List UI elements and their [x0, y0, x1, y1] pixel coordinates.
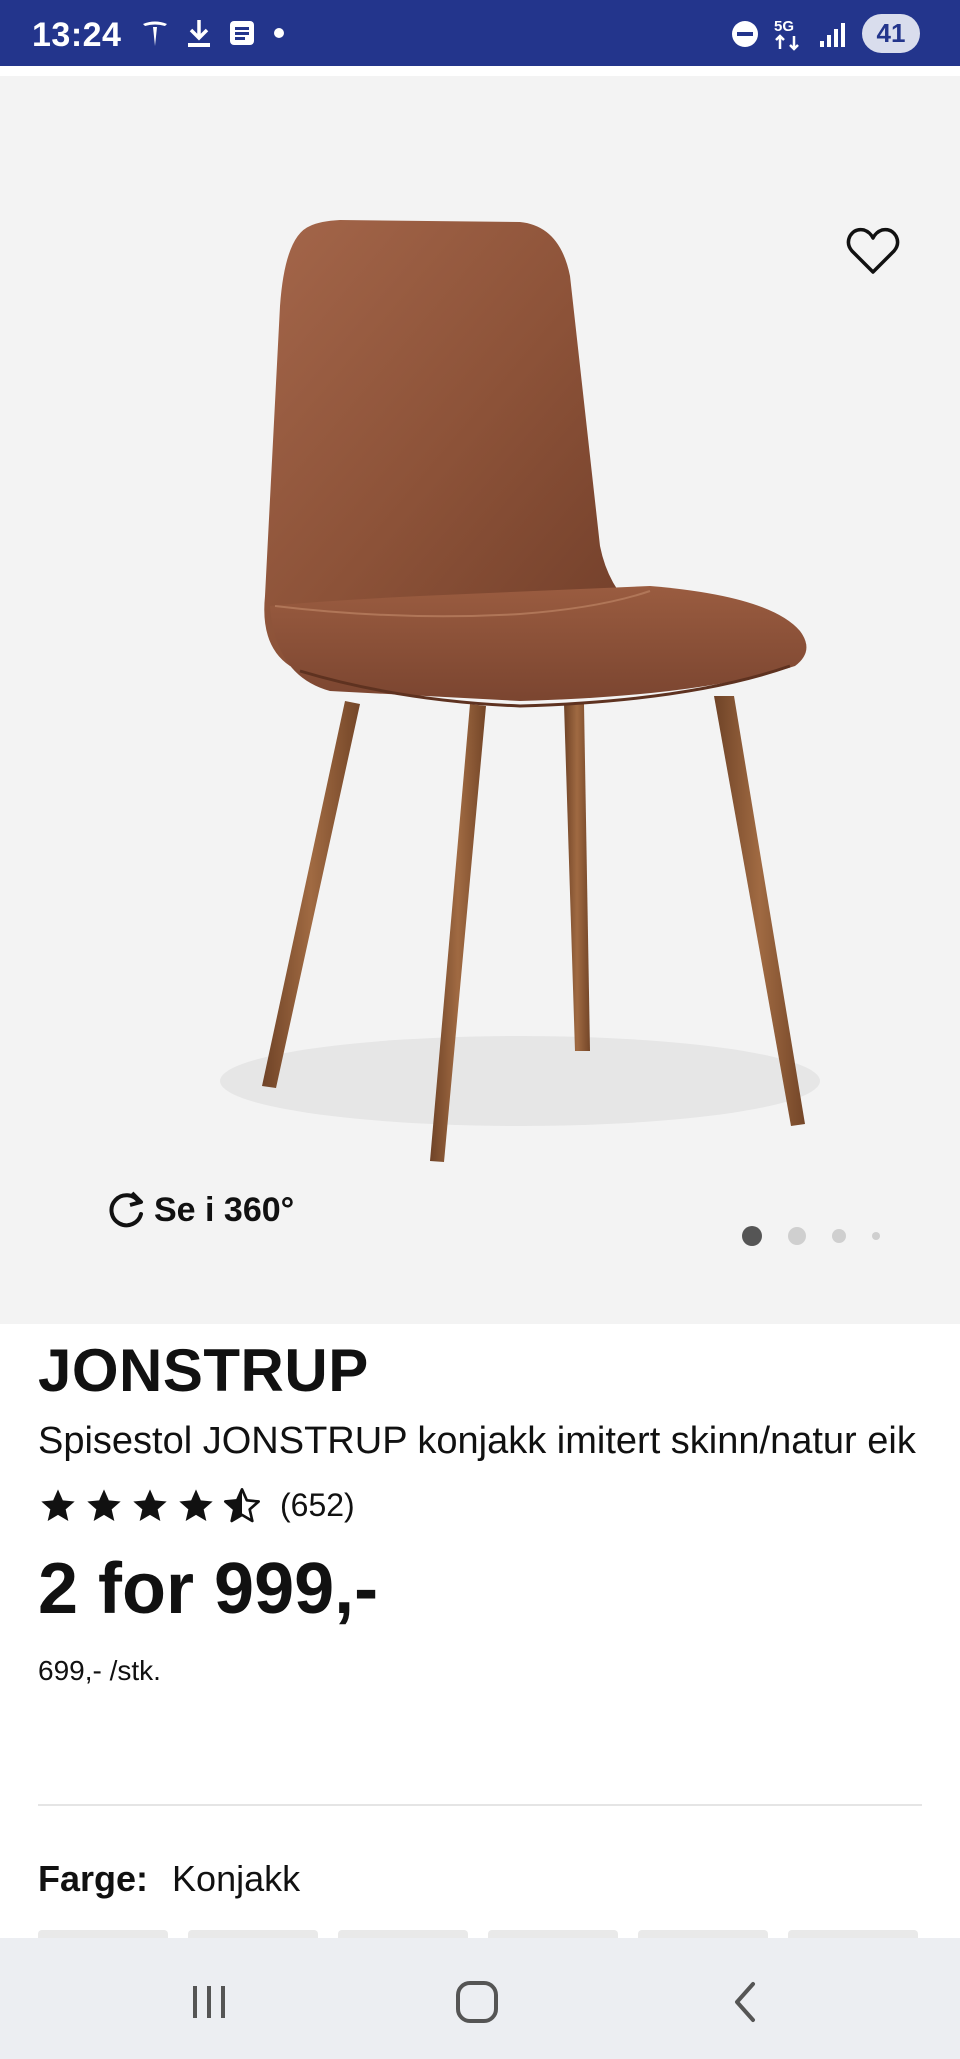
view-360-button[interactable]: Se i 360° [104, 1188, 294, 1232]
product-rating[interactable]: (652) [38, 1486, 922, 1526]
rating-count: (652) [280, 1487, 355, 1523]
rating-stars [38, 1486, 262, 1526]
home-icon [456, 1981, 498, 2023]
page-dot-2[interactable] [788, 1227, 806, 1245]
back-chevron-icon [735, 1982, 755, 2022]
back-button[interactable] [710, 1974, 780, 2030]
gallery-pagination [742, 1226, 880, 1246]
home-button[interactable] [442, 1974, 512, 2030]
status-time: 13:24 [32, 16, 122, 54]
page-dot-4[interactable] [872, 1232, 880, 1240]
color-swatch[interactable] [38, 1930, 168, 1938]
section-divider [38, 1804, 922, 1806]
status-left-icons [140, 18, 286, 48]
rotate-icon [109, 1191, 143, 1228]
star-full-icon [87, 1488, 121, 1521]
recent-apps-icon [193, 1986, 225, 2018]
product-price: 2 for 999,- [38, 1548, 379, 1629]
color-label: Farge: [38, 1858, 149, 1899]
color-value: Konjakk [172, 1858, 301, 1899]
favorite-heart-icon[interactable] [844, 224, 902, 278]
unit-price: 699,- /stk. [38, 1654, 161, 1686]
page-dot-1[interactable] [742, 1226, 762, 1246]
color-selector-label: Farge: Konjakk [38, 1858, 300, 1900]
download-icon [188, 20, 210, 47]
view-360-label: Se i 360° [154, 1190, 295, 1229]
page-dot-3[interactable] [832, 1229, 846, 1243]
color-swatch[interactable] [638, 1930, 768, 1938]
star-full-icon [179, 1488, 213, 1521]
star-half-icon [224, 1487, 260, 1522]
dnd-icon [732, 20, 758, 47]
color-swatches [38, 1930, 918, 1938]
product-brand: JONSTRUP [38, 1337, 369, 1404]
header-divider [0, 66, 960, 76]
color-swatch[interactable] [488, 1930, 618, 1938]
product-image[interactable] [0, 76, 960, 1324]
star-full-icon [41, 1488, 75, 1521]
dot-icon [274, 28, 284, 38]
color-swatch[interactable] [788, 1930, 918, 1938]
product-info: JONSTRUP Spisestol JONSTRUP konjakk imit… [38, 1338, 922, 1687]
system-nav-bar [0, 1938, 960, 2059]
network-5g-icon: 5G [774, 18, 799, 51]
color-swatch[interactable] [338, 1930, 468, 1938]
svg-text:5G: 5G [774, 18, 794, 35]
notes-icon [230, 21, 254, 45]
product-description: Spisestol JONSTRUP konjakk imitert skinn… [38, 1420, 916, 1462]
status-bar: 13:24 5G 41 [0, 0, 960, 66]
tesla-icon [143, 21, 167, 46]
recent-apps-button[interactable] [174, 1974, 244, 2030]
product-gallery[interactable]: Se i 360° [0, 76, 960, 1324]
battery-indicator: 41 [862, 14, 920, 53]
status-right: 5G 41 [730, 14, 920, 53]
color-swatch[interactable] [188, 1930, 318, 1938]
signal-icon [820, 22, 845, 47]
star-full-icon [133, 1488, 167, 1521]
